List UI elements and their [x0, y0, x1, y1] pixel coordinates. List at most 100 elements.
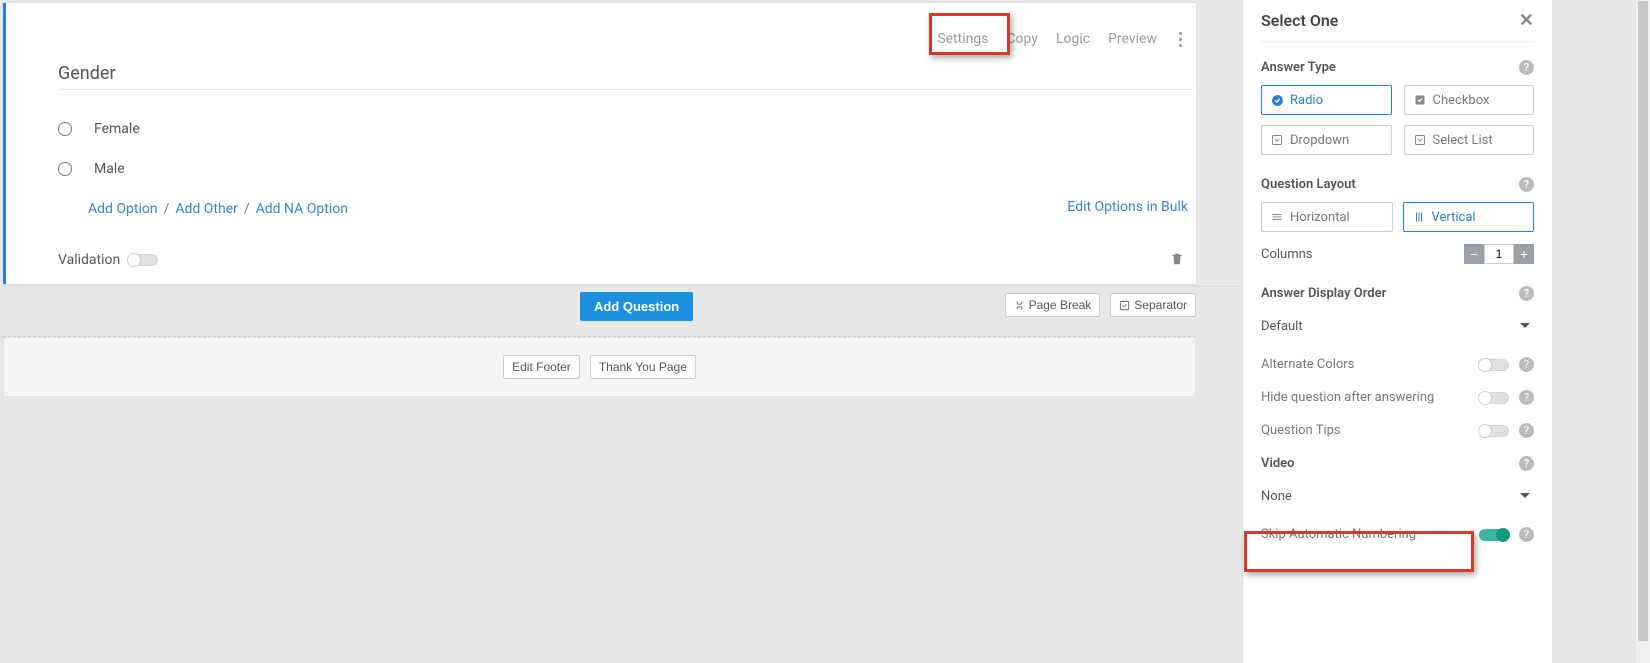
tab-settings[interactable]: Settings — [937, 31, 988, 47]
answer-type-grid: Radio Checkbox Dropdown Select List — [1261, 85, 1534, 155]
help-icon[interactable]: ? — [1519, 527, 1534, 542]
edit-bulk-link[interactable]: Edit Options in Bulk — [1067, 199, 1188, 215]
question-title[interactable]: Gender — [58, 63, 116, 84]
page-break-label: Page Break — [1029, 298, 1092, 312]
answer-type-checkbox[interactable]: Checkbox — [1404, 85, 1535, 115]
stepper-input[interactable] — [1484, 244, 1514, 264]
stepper-plus[interactable]: + — [1514, 244, 1534, 264]
skip-numbering-row: Skip Automatic Numbering ? — [1261, 527, 1534, 542]
hide-after-toggle[interactable] — [1479, 392, 1509, 404]
alt-colors-toggle[interactable] — [1479, 359, 1509, 371]
type-label: Checkbox — [1433, 93, 1490, 108]
thank-you-button[interactable]: Thank You Page — [590, 355, 696, 379]
close-icon[interactable]: ✕ — [1519, 10, 1534, 31]
panel-header: Select One ✕ — [1261, 10, 1534, 42]
help-icon[interactable]: ? — [1519, 390, 1534, 405]
layout-opt-label: Horizontal — [1290, 210, 1350, 225]
video-label: Video ? — [1261, 456, 1534, 471]
separator-slash: / — [244, 201, 250, 217]
answer-options: Female Male Add Option / Add Other / Add… — [58, 121, 348, 217]
tab-logic[interactable]: Logic — [1056, 31, 1090, 47]
stepper-minus[interactable]: − — [1464, 244, 1484, 264]
tab-preview[interactable]: Preview — [1108, 31, 1157, 47]
add-other-link[interactable]: Add Other — [175, 201, 238, 217]
tips-toggle[interactable] — [1479, 425, 1509, 437]
layout-text: Question Layout — [1261, 177, 1356, 192]
alt-colors-label: Alternate Colors — [1261, 357, 1354, 372]
edit-footer-button[interactable]: Edit Footer — [503, 355, 580, 379]
add-na-link[interactable]: Add NA Option — [256, 201, 348, 217]
help-icon[interactable]: ? — [1519, 423, 1534, 438]
panel-title: Select One — [1261, 11, 1338, 30]
add-question-button[interactable]: Add Question — [580, 292, 693, 321]
layout-horizontal[interactable]: Horizontal — [1261, 202, 1393, 232]
option-label: Female — [94, 121, 140, 137]
help-icon[interactable]: ? — [1519, 357, 1534, 372]
display-order-value: Default — [1261, 311, 1534, 342]
add-option-link[interactable]: Add Option — [88, 201, 158, 217]
skip-numbering-label: Skip Automatic Numbering — [1261, 527, 1416, 542]
option-row[interactable]: Female — [58, 121, 348, 137]
radio-icon — [58, 162, 72, 176]
type-label: Dropdown — [1290, 133, 1349, 148]
tab-copy[interactable]: Copy — [1006, 31, 1038, 47]
option-label: Male — [94, 161, 125, 177]
layout-vertical[interactable]: Vertical — [1403, 202, 1535, 232]
horizontal-icon — [1270, 210, 1284, 224]
columns-stepper[interactable]: − + — [1464, 244, 1534, 264]
hide-after-label: Hide question after answering — [1261, 390, 1434, 405]
title-underline — [58, 89, 1194, 90]
display-order-label: Answer Display Order ? — [1261, 286, 1534, 301]
display-order-select[interactable]: Default — [1261, 311, 1534, 343]
help-icon[interactable]: ? — [1519, 60, 1534, 75]
validation-toggle[interactable] — [128, 254, 158, 266]
answer-type-label: Answer Type ? — [1261, 60, 1534, 75]
answer-type-dropdown[interactable]: Dropdown — [1261, 125, 1392, 155]
type-label: Select List — [1433, 133, 1493, 148]
separator-slash: / — [164, 201, 170, 217]
page-break-button[interactable]: Page Break — [1005, 293, 1101, 317]
option-row[interactable]: Male — [58, 161, 348, 177]
more-menu-icon[interactable] — [1175, 32, 1186, 47]
question-tabbar: Settings Copy Logic Preview — [937, 31, 1186, 47]
settings-sidebar: Select One ✕ Answer Type ? Radio Checkbo… — [1242, 0, 1552, 663]
answer-type-selectlist[interactable]: Select List — [1404, 125, 1535, 155]
layout-opt-label: Vertical — [1432, 210, 1476, 225]
caret-down-icon — [1520, 493, 1530, 498]
display-order-text: Answer Display Order — [1261, 286, 1386, 301]
answer-type-radio[interactable]: Radio — [1261, 85, 1392, 115]
page-break-icon — [1014, 300, 1025, 311]
trash-icon[interactable] — [1170, 252, 1184, 266]
checkbox-icon — [1413, 93, 1427, 107]
columns-row: Columns − + — [1261, 244, 1534, 264]
footer-block: Edit Footer Thank You Page — [3, 337, 1196, 397]
skip-numbering-toggle[interactable] — [1479, 529, 1509, 541]
layout-grid: Horizontal Vertical — [1261, 202, 1534, 232]
tips-row: Question Tips ? — [1261, 423, 1534, 438]
alt-colors-row: Alternate Colors ? — [1261, 357, 1534, 372]
columns-label: Columns — [1261, 247, 1313, 262]
help-icon[interactable]: ? — [1519, 177, 1534, 192]
video-text: Video — [1261, 456, 1295, 471]
tips-label: Question Tips — [1261, 423, 1341, 438]
scrollbar-thumb[interactable] — [1638, 1, 1648, 641]
help-icon[interactable]: ? — [1519, 286, 1534, 301]
help-icon[interactable]: ? — [1519, 456, 1534, 471]
validation-row: Validation — [58, 252, 158, 268]
dropdown-icon — [1270, 133, 1284, 147]
radio-check-icon — [1270, 93, 1284, 107]
hide-after-row: Hide question after answering ? — [1261, 390, 1534, 405]
video-value: None — [1261, 481, 1534, 512]
radio-icon — [58, 122, 72, 136]
separator-button[interactable]: Separator — [1110, 293, 1196, 317]
layout-label: Question Layout ? — [1261, 177, 1534, 192]
row-divider — [3, 286, 1242, 287]
card-border — [5, 2, 1196, 3]
page-scrollbar[interactable] — [1636, 0, 1650, 663]
selectlist-icon — [1413, 133, 1427, 147]
answer-type-text: Answer Type — [1261, 60, 1336, 75]
validation-label: Validation — [58, 252, 120, 268]
main-editor-area: Settings Copy Logic Preview Gender Femal… — [0, 0, 1242, 663]
video-select[interactable]: None — [1261, 481, 1534, 513]
checkmark-icon — [1119, 300, 1130, 311]
